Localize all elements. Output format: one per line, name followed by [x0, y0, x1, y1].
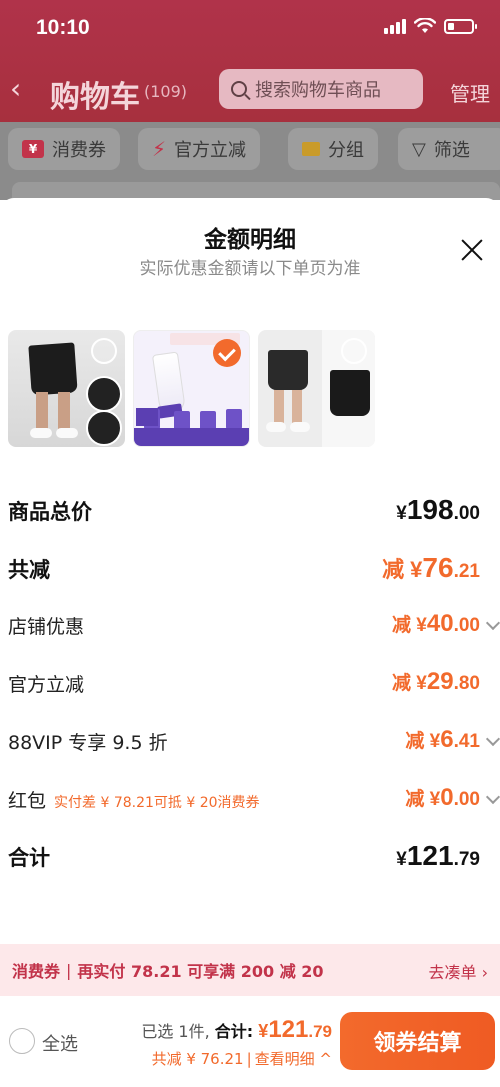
lightning-icon: ⚡ [152, 137, 167, 161]
nav-bar: ‹ 购物车 (109) 搜索购物车商品 管理 [0, 60, 500, 120]
page-title: 购物车 [50, 80, 140, 115]
signal-icon [384, 18, 406, 34]
sheet-subtitle: 实际优惠金额请以下单页为准 [139, 259, 361, 279]
filter-icon: ▽ [412, 138, 426, 160]
order-summary: 已选 1件, 合计: ¥121.79 共减 ¥ 76.21 | 查看明细 ^ [141, 1016, 332, 1068]
product-image [28, 342, 78, 396]
row-official-discount: 官方立减 减 ¥29.80 [0, 666, 500, 706]
filter-chip-coupon[interactable]: ¥ 消费券 [8, 128, 120, 170]
coupon-icon: ¥ [22, 140, 44, 158]
row-label: 合计 [8, 846, 50, 870]
status-icons [384, 18, 477, 34]
battery-icon [444, 18, 477, 34]
row-label: 88VIP 专享 9.5 折 [8, 732, 168, 754]
back-icon[interactable]: ‹ [10, 74, 21, 104]
product-thumbnail[interactable] [8, 330, 125, 447]
row-vip-discount[interactable]: 88VIP 专享 9.5 折 减 ¥6.41 [0, 724, 500, 764]
view-detail-link[interactable]: 查看明细 ^ [255, 1050, 332, 1068]
filter-bar: ¥ 消费券 ⚡ 官方立减 分组 ▽ 筛选 [0, 122, 500, 200]
row-value: 减 ¥29.80 [392, 668, 480, 695]
checkout-button[interactable]: 领券结算 [340, 1012, 495, 1070]
product-thumbnail[interactable] [133, 330, 250, 447]
select-all-label[interactable]: 全选 [42, 1030, 78, 1056]
chevron-down-icon[interactable] [485, 731, 500, 747]
chevron-down-icon[interactable] [485, 789, 500, 805]
product-select-radio[interactable] [341, 338, 367, 364]
add-more-link[interactable]: 去凑单 › [429, 959, 489, 983]
filter-chip-label: 分组 [328, 140, 364, 161]
amount-detail-sheet: 金额明细 实际优惠金额请以下单页为准 商品总价 ¥198.00 共减 减 ¥76… [0, 198, 500, 1087]
row-total-price: 商品总价 ¥198.00 [0, 492, 500, 532]
search-placeholder: 搜索购物车商品 [255, 80, 381, 101]
filter-chip-group[interactable]: 分组 [288, 128, 378, 170]
row-value: 减 ¥0.00 [405, 784, 480, 811]
promo-tag: 消费券 [12, 962, 61, 981]
status-time: 10:10 [36, 16, 90, 39]
discount-summary: 共减 ¥ 76.21 [151, 1050, 244, 1068]
product-select-radio[interactable] [91, 338, 117, 364]
folder-icon [302, 142, 320, 156]
row-sum: 合计 ¥121.79 [0, 838, 500, 878]
row-value: 减 ¥6.41 [405, 726, 480, 753]
row-value: 减 ¥76.21 [382, 552, 480, 583]
promo-text: 再实付 78.21 可享满 200 减 20 [77, 962, 324, 981]
row-value: 减 ¥40.00 [392, 610, 480, 637]
checkout-bar: 全选 已选 1件, 合计: ¥121.79 共减 ¥ 76.21 | 查看明细 ^ … [0, 998, 500, 1087]
close-icon[interactable] [458, 236, 486, 264]
filter-chip-filter[interactable]: ▽ 筛选 [398, 128, 500, 170]
search-input[interactable]: 搜索购物车商品 [219, 69, 423, 109]
row-label: 商品总价 [8, 500, 92, 524]
row-red-packet[interactable]: 红包 实付差 ¥ 78.21可抵 ¥ 20消费券 减 ¥0.00 [0, 782, 500, 822]
manage-button[interactable]: 管理 [450, 78, 490, 107]
row-label: 红包 实付差 ¥ 78.21可抵 ¥ 20消费券 [8, 790, 260, 812]
filter-chip-official[interactable]: ⚡ 官方立减 [138, 128, 261, 170]
sheet-title: 金额明细 [204, 227, 296, 253]
filter-chip-label: 消费券 [52, 140, 106, 161]
row-shop-discount[interactable]: 店铺优惠 减 ¥40.00 [0, 608, 500, 648]
row-label: 共减 [8, 558, 50, 582]
total-label: 合计: [214, 1022, 254, 1041]
row-value: ¥198.00 [396, 494, 480, 525]
filter-chip-label: 官方立减 [174, 140, 247, 161]
total-amount: ¥121.79 [258, 1016, 332, 1043]
status-bar: 10:10 [0, 0, 500, 56]
product-image [268, 350, 308, 390]
cart-count: (109) [144, 82, 188, 101]
product-selected-check-icon[interactable] [213, 339, 241, 367]
chevron-down-icon[interactable] [485, 615, 500, 631]
product-thumbnail[interactable] [258, 330, 375, 447]
promo-divider: | [66, 960, 72, 980]
select-all-radio[interactable] [9, 1028, 35, 1054]
selected-count: 已选 1件, [141, 1022, 210, 1041]
search-icon [231, 81, 247, 97]
filter-chip-label: 筛选 [433, 140, 470, 161]
row-total-discount: 共减 减 ¥76.21 [0, 550, 500, 590]
row-value: ¥121.79 [396, 840, 480, 871]
red-packet-note: 实付差 ¥ 78.21可抵 ¥ 20消费券 [54, 795, 260, 811]
coupon-promo-bar[interactable]: 消费券 | 再实付 78.21 可享满 200 减 20 去凑单 › [0, 944, 500, 996]
wifi-icon [414, 18, 436, 33]
row-label: 店铺优惠 [8, 616, 85, 638]
row-label: 官方立减 [8, 674, 85, 696]
product-thumbnails [8, 330, 375, 447]
